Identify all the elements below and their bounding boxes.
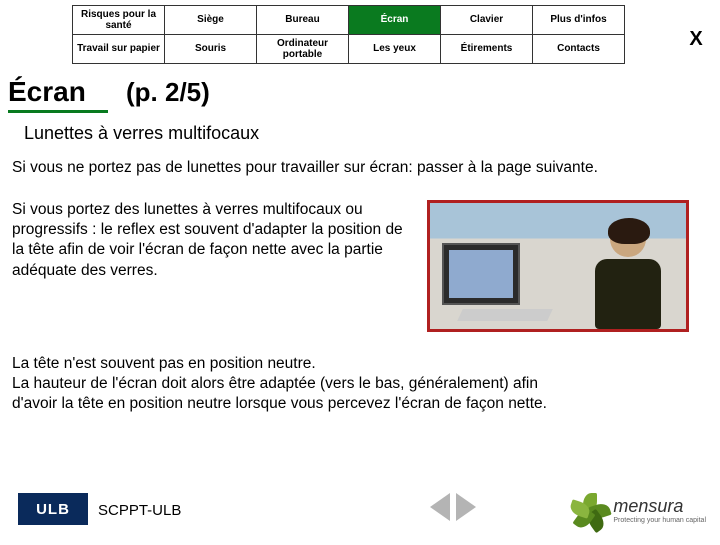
page-nav-arrows [430, 493, 476, 521]
nav-tab[interactable]: Plus d'infos [533, 6, 625, 35]
nav-tab[interactable]: Contacts [533, 35, 625, 64]
nav-tab[interactable]: Bureau [257, 6, 349, 35]
person-icon [588, 221, 668, 331]
nav-tab[interactable]: Les yeux [349, 35, 441, 64]
paragraph-3: La tête n'est souvent pas en position ne… [12, 354, 572, 414]
scppt-label: SCPPT-ULB [98, 502, 181, 519]
nav-tab[interactable]: Siège [165, 6, 257, 35]
next-page-button[interactable] [456, 493, 476, 521]
close-button[interactable]: X [684, 27, 708, 51]
mensura-logo: mensura Protecting your human capital [573, 493, 706, 527]
nav-tab[interactable]: Risques pour la santé [73, 6, 165, 35]
subtitle: Lunettes à verres multifocaux [24, 123, 720, 144]
illustration-photo [427, 200, 689, 332]
leaf-icon [573, 493, 607, 527]
nav-tab[interactable]: Ordinateur portable [257, 35, 349, 64]
body-content: Si vous ne portez pas de lunettes pour t… [12, 158, 720, 415]
paragraph-2: Si vous portez des lunettes à verres mul… [12, 200, 417, 281]
nav-tab[interactable]: Clavier [441, 6, 533, 35]
footer: ULB SCPPT-ULB mensura Protecting your hu… [0, 477, 720, 531]
nav-tab[interactable]: Souris [165, 35, 257, 64]
page-title-row: Écran (p. 2/5) [8, 76, 720, 113]
mensura-tagline: Protecting your human capital [613, 517, 706, 524]
ulb-logo: ULB [18, 493, 88, 525]
nav-tab[interactable]: Travail sur papier [73, 35, 165, 64]
keyboard-icon [457, 309, 553, 321]
title-underline [8, 110, 108, 113]
monitor-icon [442, 243, 520, 305]
page-indicator: (p. 2/5) [126, 77, 210, 108]
nav-tab[interactable]: Étirements [441, 35, 533, 64]
nav-tabs: Risques pour la santéSiègeBureauÉcranCla… [72, 5, 625, 64]
section-title: Écran [8, 76, 108, 108]
mensura-name: mensura [613, 496, 683, 516]
prev-page-button[interactable] [430, 493, 450, 521]
paragraph-1: Si vous ne portez pas de lunettes pour t… [12, 158, 652, 178]
nav-tab[interactable]: Écran [349, 6, 441, 35]
